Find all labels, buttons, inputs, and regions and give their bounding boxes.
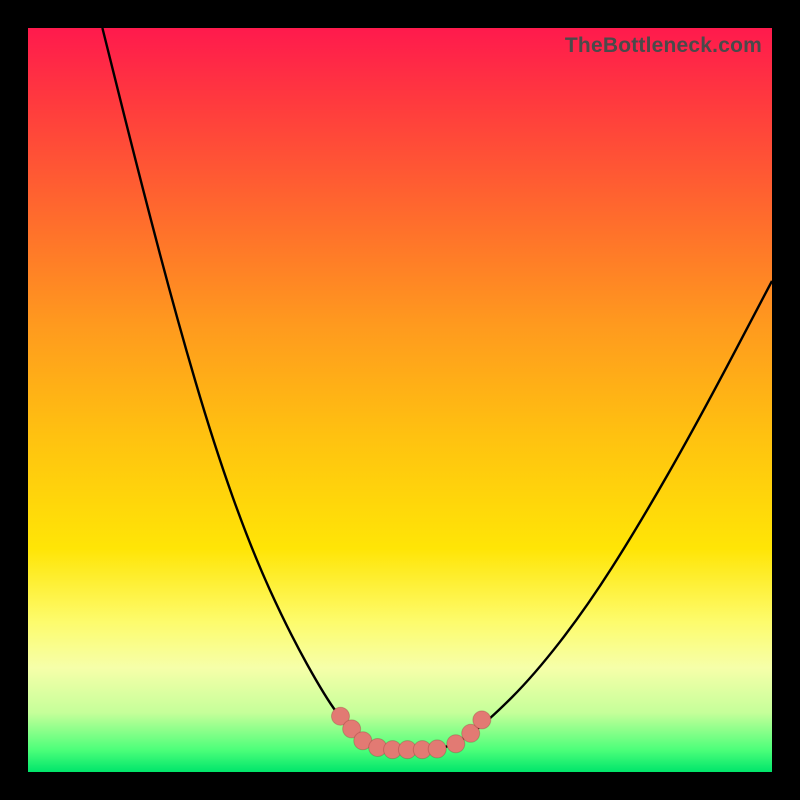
plot-area: TheBottleneck.com — [28, 28, 772, 772]
curve-layer — [28, 28, 772, 772]
marker-group — [331, 707, 490, 758]
data-marker — [447, 735, 465, 753]
chart-frame: TheBottleneck.com — [0, 0, 800, 800]
left-curve — [102, 28, 400, 750]
data-marker — [473, 711, 491, 729]
data-marker — [428, 740, 446, 758]
right-curve — [400, 281, 772, 750]
